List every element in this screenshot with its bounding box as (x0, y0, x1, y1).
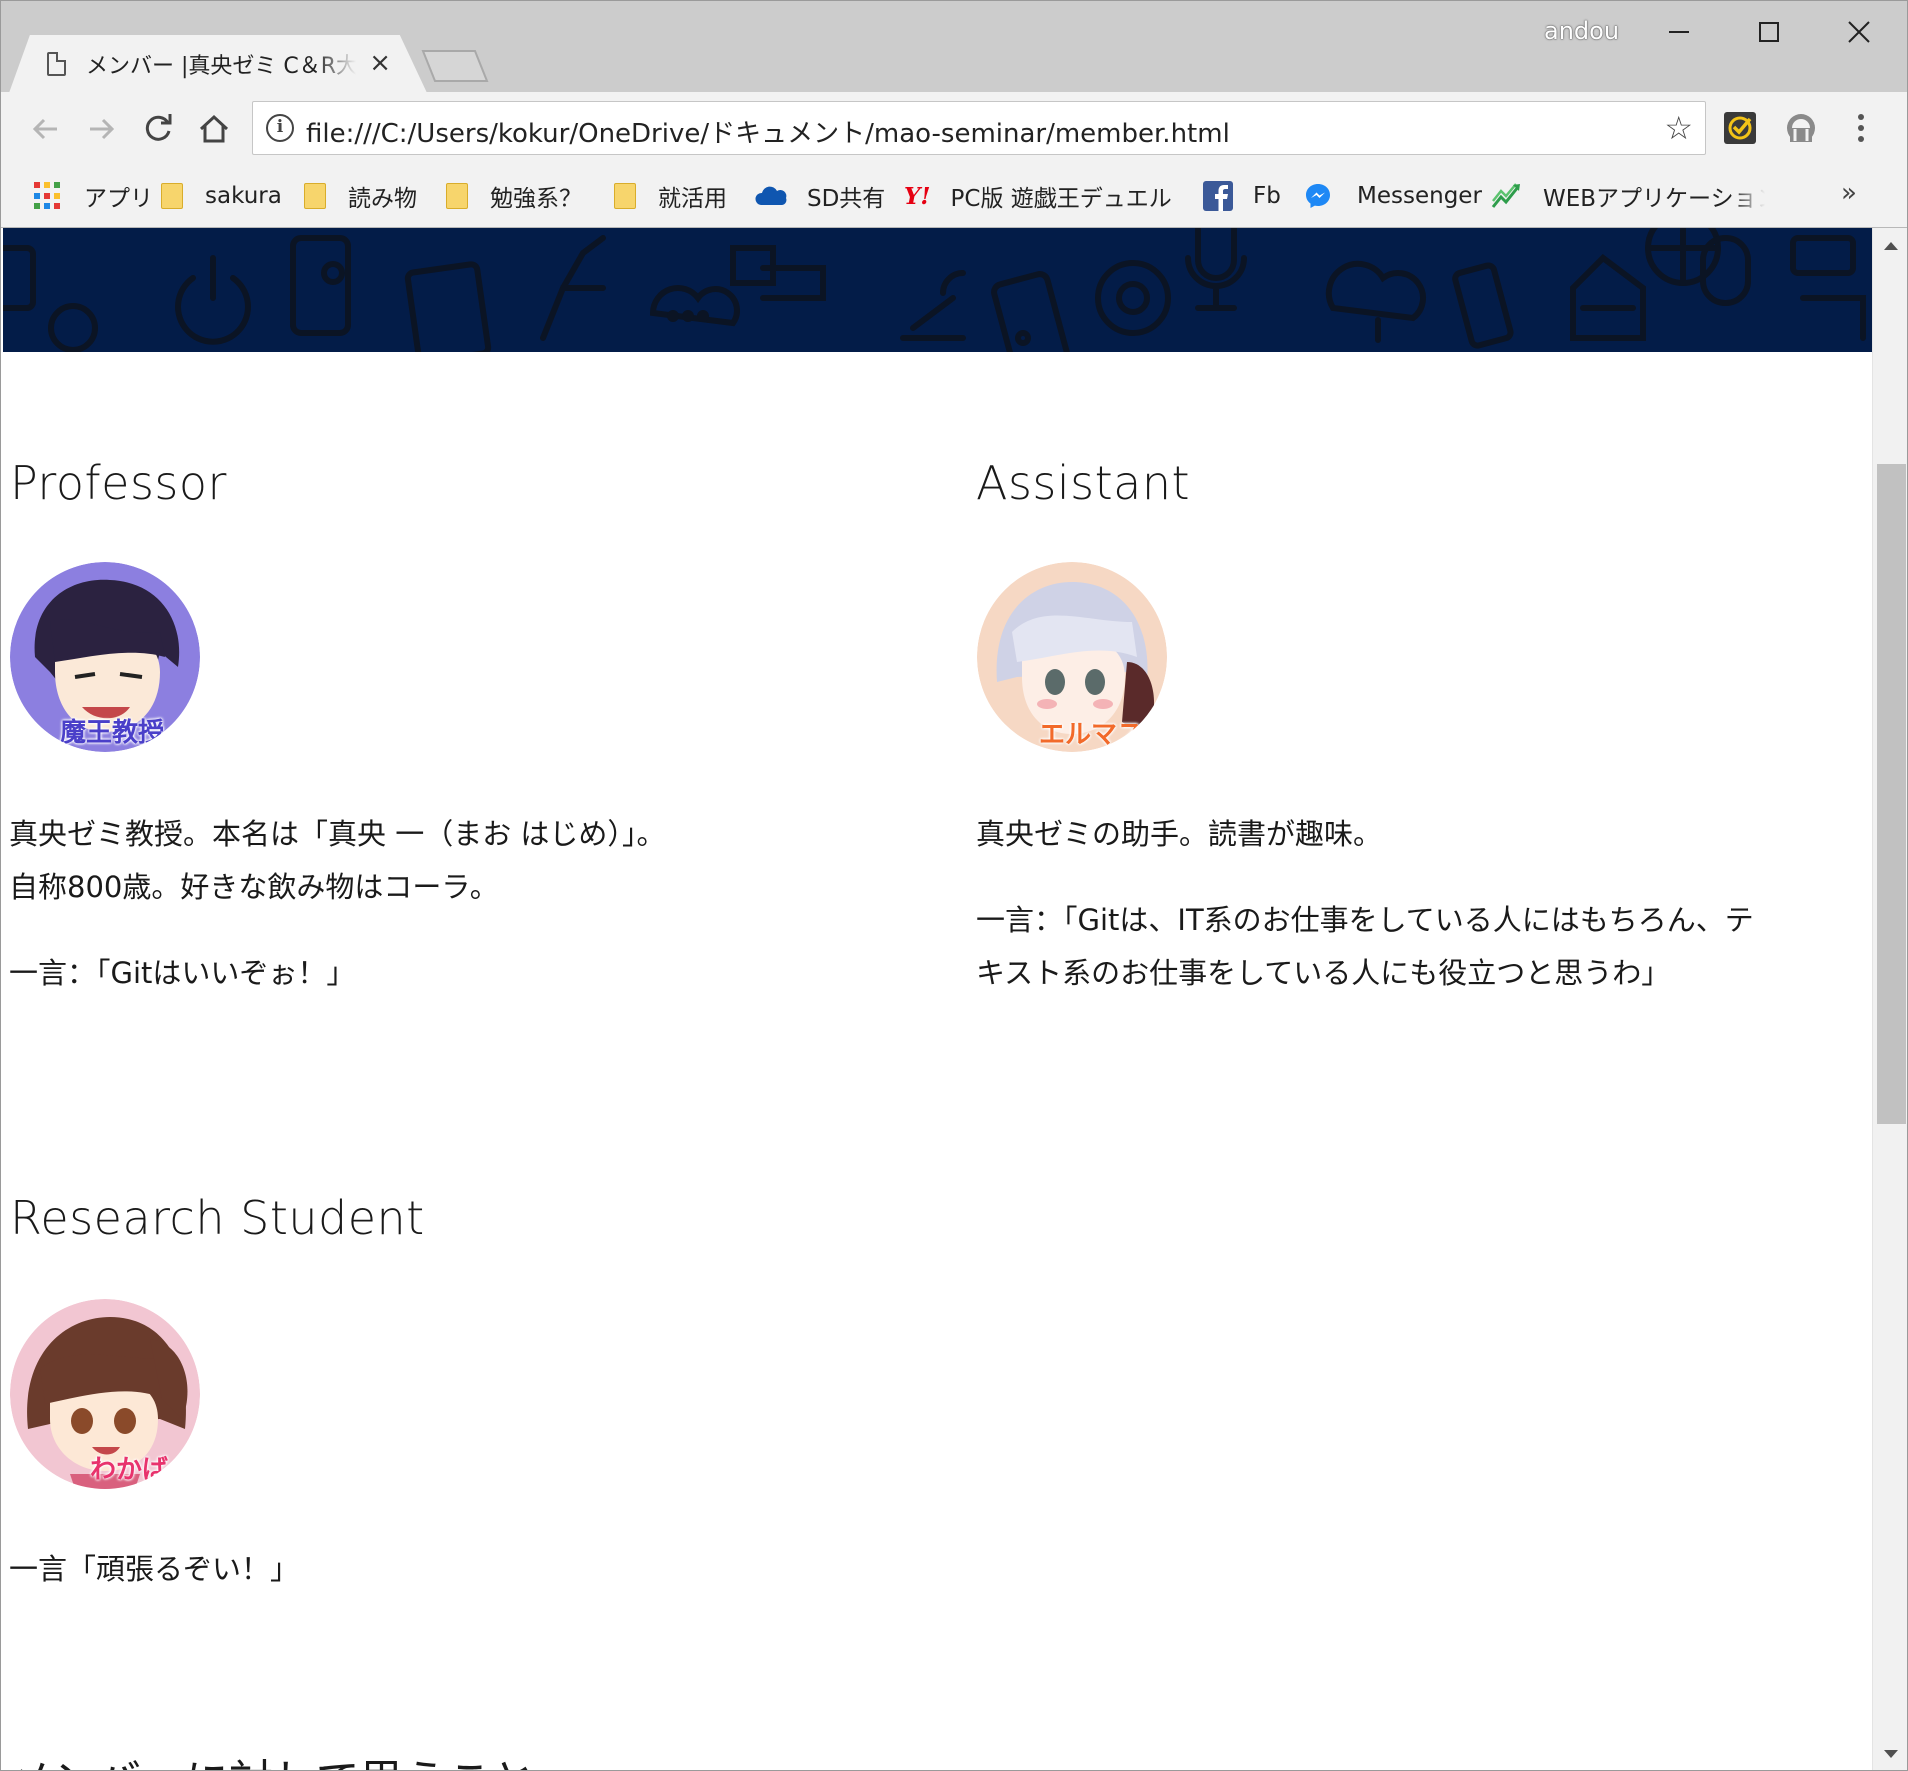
minimize-icon (1669, 31, 1689, 33)
maximize-icon (1759, 22, 1779, 42)
assistant-quote-line2: キスト系のお仕事をしている人にも役立つと思うわ」 (976, 956, 1671, 990)
bookmark-label: アプリ (84, 186, 153, 212)
bookmark-label: Fb (1253, 183, 1281, 209)
bookmark-facebook[interactable]: Fb (1203, 178, 1281, 214)
folder-icon (614, 183, 636, 209)
device-pattern-graphic (3, 228, 1866, 352)
profile-name[interactable]: andou (1544, 17, 1619, 45)
chart-arrow-icon (1491, 183, 1520, 208)
messenger-icon (1306, 184, 1330, 208)
bookmark-label: 就活用 (658, 186, 727, 212)
professor-avatar: 魔王教授 (10, 562, 200, 752)
home-icon[interactable] (195, 110, 233, 148)
browser-toolbar: i file:///C:/Users/kokur/OneDrive/ドキュメント… (1, 92, 1907, 166)
scroll-down-arrow-icon[interactable] (1884, 1750, 1898, 1758)
bookmark-web-app[interactable]: WEBアプリケーションエキ (1491, 178, 1765, 214)
bookmark-yugioh[interactable]: Y! PC版 遊戯王デュエルリ (904, 178, 1171, 214)
tab-member-page[interactable]: メンバー |真央ゼミ C＆R大学 × (9, 35, 427, 93)
maximize-button[interactable] (1725, 1, 1813, 63)
bookmark-folder-study[interactable]: 勉強系？ (446, 178, 582, 214)
scroll-up-arrow-icon[interactable] (1884, 242, 1898, 250)
scroll-thumb[interactable] (1877, 464, 1906, 1124)
professor-description-line1: 真央ゼミ教授。本名は「真央 一（まお はじめ）」。 (9, 817, 666, 851)
professor-quote: 一言：「Gitはいいぞぉ！」 (9, 956, 356, 990)
tab-title: メンバー |真央ゼミ C＆R大学 (86, 54, 356, 79)
reload-icon[interactable] (139, 110, 177, 148)
assistant-avatar-label: エルマス (1039, 720, 1144, 750)
bookmark-label: sakura (205, 183, 282, 209)
bookmark-folder-reading[interactable]: 読み物 (304, 178, 417, 214)
student-heading: Research Student (10, 1191, 425, 1245)
bookmark-label: WEBアプリケーションエキ (1543, 186, 1765, 212)
minimize-button[interactable] (1635, 1, 1723, 63)
bookmark-label: Messenger (1357, 183, 1482, 209)
yahoo-icon: Y! (904, 182, 931, 210)
header-banner (3, 228, 1872, 352)
assistant-avatar: エルマス (977, 562, 1167, 752)
professor-heading: Professor (10, 456, 227, 510)
bookmark-folder-jobhunt[interactable]: 就活用 (614, 178, 727, 214)
professor-avatar-label: 魔王教授 (60, 718, 165, 748)
page-icon (47, 52, 66, 76)
vertical-scrollbar[interactable] (1872, 228, 1907, 1770)
apps-grid-icon (34, 182, 62, 210)
extension-circle-icon[interactable] (1784, 111, 1818, 145)
bookmarks-bar: アプリ sakura 読み物 勉強系？ 就活用 SD共有 Y! PC版 遊戯王デ… (1, 166, 1907, 228)
bookmark-sd-share[interactable]: SD共有 (755, 178, 885, 214)
assistant-quote-line1: 一言：「Gitは、IT系のお仕事をしている人にはもちろん、テ (976, 903, 1754, 937)
assistant-heading: Assistant (976, 456, 1191, 510)
professor-description-line2: 自称800歳。好きな飲み物はコーラ。 (9, 870, 499, 904)
forward-arrow-icon[interactable] (82, 110, 120, 148)
student-avatar-label: わかば (90, 1455, 169, 1485)
bookmark-messenger[interactable]: Messenger (1304, 178, 1482, 214)
student-avatar: わかば (10, 1299, 200, 1489)
menu-dots-icon[interactable] (1851, 111, 1871, 145)
page-viewport: Professor 魔王教授 真央ゼミ教授。本名は「真央 一（まお はじめ）」。… (1, 228, 1872, 1770)
url-text[interactable]: file:///C:/Users/kokur/OneDrive/ドキュメント/m… (306, 113, 1230, 150)
next-section-heading: メンバーに対して思うこと (9, 1745, 536, 1770)
folder-icon (304, 183, 326, 209)
new-tab-button[interactable] (421, 49, 489, 83)
tab-close-icon[interactable]: × (369, 50, 391, 76)
bookmark-apps[interactable]: アプリ (34, 178, 153, 214)
info-icon[interactable]: i (266, 114, 294, 142)
student-quote: 一言「頑張るぞい！」 (9, 1552, 300, 1586)
bookmark-label: SD共有 (807, 186, 886, 212)
browser-window: メンバー |真央ゼミ C＆R大学 × andou i file:///C:/Us… (0, 0, 1908, 1771)
bookmark-star-icon[interactable]: ☆ (1664, 110, 1693, 146)
bookmark-label: 読み物 (348, 186, 417, 212)
title-bar: メンバー |真央ゼミ C＆R大学 × andou (1, 1, 1907, 93)
bookmark-folder-sakura[interactable]: sakura (161, 178, 282, 214)
extension-check-icon[interactable] (1723, 111, 1757, 145)
facebook-icon (1203, 181, 1233, 211)
close-window-button[interactable] (1815, 1, 1903, 63)
bookmarks-overflow-icon[interactable]: » (1841, 178, 1857, 208)
folder-icon (161, 183, 183, 209)
folder-icon (446, 183, 468, 209)
onedrive-cloud-icon (755, 186, 787, 205)
close-icon (1848, 21, 1870, 43)
back-arrow-icon[interactable] (27, 110, 65, 148)
assistant-description: 真央ゼミの助手。読書が趣味。 (976, 817, 1383, 851)
address-bar[interactable]: i file:///C:/Users/kokur/OneDrive/ドキュメント… (252, 101, 1706, 155)
bookmark-label: PC版 遊戯王デュエルリ (950, 186, 1171, 212)
bookmark-label: 勉強系？ (490, 186, 582, 212)
